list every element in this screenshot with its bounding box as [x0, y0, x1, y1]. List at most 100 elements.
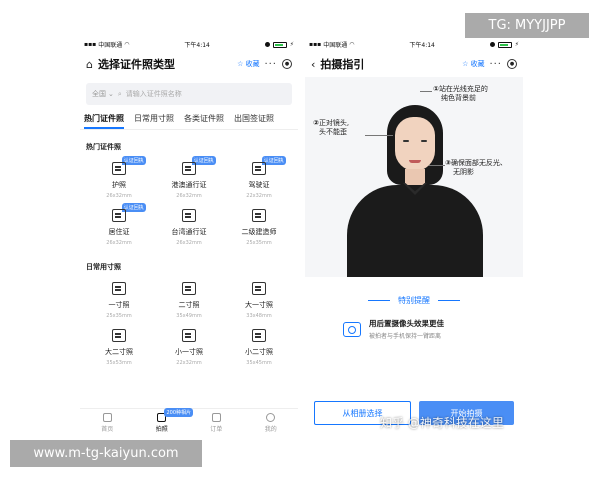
annotation-background: ①站在光线充足的 纯色背景前	[433, 85, 488, 104]
tabbar-home[interactable]: 首页	[80, 409, 135, 436]
region-select[interactable]: 全国 ⌄	[92, 89, 114, 99]
close-miniprogram-button[interactable]: ●	[282, 59, 292, 69]
more-menu-button[interactable]: ···	[489, 59, 502, 70]
profile-icon	[266, 412, 276, 422]
tip-row: 用后置摄像头效果更佳 被拍者与手机保持一臂距离	[305, 306, 523, 340]
bottom-tab-bar: 首页 200种相片 拍照 订单 我的	[80, 408, 298, 436]
annotation-line	[420, 91, 432, 92]
item-size: 22x32mm	[246, 193, 272, 199]
camera-icon	[343, 321, 361, 337]
daily-grid: 一寸照 25x35mm 二寸照 35x49mm 大一寸照 33x48mm 大二寸…	[80, 272, 298, 366]
page-header: ‹ 拍摄指引 ☆ 收藏 ··· ●	[305, 51, 523, 77]
item-name: 大二寸照	[105, 348, 133, 356]
search-bar[interactable]: 全国 ⌄ ⌕ 请输入证件照名称	[86, 83, 292, 105]
building-icon	[112, 209, 126, 222]
tabbar-label: 拍照	[155, 425, 168, 433]
item-name: 小二寸照	[245, 348, 273, 356]
hot-item-hk-macau-permit[interactable]: 认证回执 港澳通行证 26x32mm	[154, 156, 224, 199]
tabbar-profile[interactable]: 我的	[244, 409, 299, 436]
tabbar-photo[interactable]: 200种相片 拍照	[135, 408, 194, 436]
item-name: 护照	[112, 181, 126, 189]
status-time: 下午4:14	[409, 42, 435, 49]
photo-frame-icon	[182, 282, 196, 295]
photo-frame-icon	[112, 282, 126, 295]
item-name: 港澳通行证	[171, 181, 207, 189]
tip-main: 用后置摄像头效果更佳	[369, 319, 444, 328]
annotation-head-straight: ②正对镜头, 头不能歪	[313, 119, 349, 138]
annotation-line	[429, 165, 445, 166]
item-name: 二寸照	[178, 301, 200, 309]
status-time: 下午4:14	[184, 42, 210, 49]
item-name: 小一寸照	[175, 348, 203, 356]
hot-grid: 认证回执 护照 26x32mm 认证回执 港澳通行证 26x32mm 认证回执 …	[80, 152, 298, 246]
battery-icon	[497, 41, 512, 48]
daily-item-1inch[interactable]: 一寸照 25x35mm	[84, 282, 154, 319]
favorite-button[interactable]: ☆ 收藏	[462, 59, 484, 69]
item-name: 二级建造师	[241, 228, 277, 236]
hot-item-residence-permit[interactable]: 认证回执 居住证 26x32mm	[84, 203, 154, 246]
photo-frame-icon	[112, 329, 126, 342]
hot-item-taiwan-permit[interactable]: 台湾通行证 26x32mm	[154, 209, 224, 246]
more-menu-button[interactable]: ···	[264, 59, 277, 70]
tip-text: 用后置摄像头效果更佳 被拍者与手机保持一臂距离	[369, 318, 444, 340]
carrier-label: 中国联通	[323, 42, 348, 49]
search-placeholder[interactable]: 请输入证件照名称	[126, 89, 182, 99]
daily-item-small-2inch[interactable]: 小二寸照 35x45mm	[224, 329, 294, 366]
item-size: 25x35mm	[106, 313, 132, 319]
item-name: 台湾通行证	[171, 228, 207, 236]
daily-item-large-1inch[interactable]: 大一寸照 33x48mm	[224, 282, 294, 319]
daily-item-2inch[interactable]: 二寸照 35x49mm	[154, 282, 224, 319]
annotation-text: 纯色背景前	[441, 94, 476, 103]
id-card-icon	[182, 162, 196, 175]
passport-icon	[112, 162, 126, 175]
tabbar-label: 首页	[101, 425, 114, 433]
car-icon	[252, 162, 266, 175]
item-size: 26x32mm	[176, 193, 202, 199]
hot-item-passport[interactable]: 认证回执 护照 26x32mm	[84, 156, 154, 199]
item-name: 大一寸照	[245, 301, 273, 309]
portrait-mouth	[409, 160, 421, 163]
carrier-label: 中国联通	[98, 42, 123, 49]
hot-item-constructor[interactable]: 二级建造师 25x35mm	[224, 209, 294, 246]
item-name: 一寸照	[108, 301, 130, 309]
region-label: 全国	[92, 90, 106, 98]
tip-divider-right	[438, 299, 460, 302]
page-title: 选择证件照类型	[97, 58, 175, 71]
tab-hot[interactable]: 热门证件照	[84, 113, 124, 129]
charging-icon: ⚡	[289, 41, 294, 48]
category-tabs: 热门证件照 日常用寸照 各类证件照 出国签证照	[80, 105, 298, 129]
tab-visa[interactable]: 出国签证照	[234, 113, 274, 129]
favorite-button[interactable]: ☆ 收藏	[237, 59, 259, 69]
signal-icon: ▪▪▪	[84, 41, 97, 48]
page-header: ⌂ 选择证件照类型 ☆ 收藏 ··· ●	[80, 51, 298, 77]
alarm-icon	[489, 42, 495, 47]
annotation-text: 无阴影	[453, 168, 474, 177]
page-title: 拍摄指引	[320, 58, 365, 71]
tab-daily[interactable]: 日常用寸照	[134, 113, 174, 129]
daily-item-large-2inch[interactable]: 大二寸照 35x53mm	[84, 329, 154, 366]
back-arrow-icon[interactable]: ‹	[311, 58, 315, 71]
tip-divider-left	[368, 299, 390, 302]
annotation-no-glare: ③确保面部无反光、 无阴影	[445, 159, 507, 178]
item-size: 26x32mm	[106, 240, 132, 246]
tip-title: 特别提醒	[398, 296, 430, 305]
wifi-icon: ◠	[349, 41, 355, 48]
home-icon[interactable]: ⌂	[86, 58, 93, 71]
charging-icon: ⚡	[514, 41, 519, 48]
wifi-icon: ◠	[124, 41, 130, 48]
tabbar-orders[interactable]: 订单	[189, 409, 244, 436]
annotation-text: 站在光线充足的	[438, 85, 488, 93]
tg-watermark: TG: MYYJJPP	[465, 13, 589, 38]
daily-item-small-1inch[interactable]: 小一寸照 22x32mm	[154, 329, 224, 366]
photo-frame-icon	[252, 282, 266, 295]
tab-documents[interactable]: 各类证件照	[184, 113, 224, 129]
site-watermark: www.m-tg-kaiyun.com	[10, 440, 202, 467]
item-size: 35x45mm	[246, 360, 272, 366]
item-name: 驾驶证	[248, 181, 270, 189]
signal-icon: ▪▪▪	[309, 41, 322, 48]
item-size: 35x49mm	[176, 313, 202, 319]
home-icon	[102, 412, 112, 422]
close-miniprogram-button[interactable]: ●	[507, 59, 517, 69]
item-name: 居住证	[108, 228, 130, 236]
hot-item-driver-license[interactable]: 认证回执 驾驶证 22x32mm	[224, 156, 294, 199]
